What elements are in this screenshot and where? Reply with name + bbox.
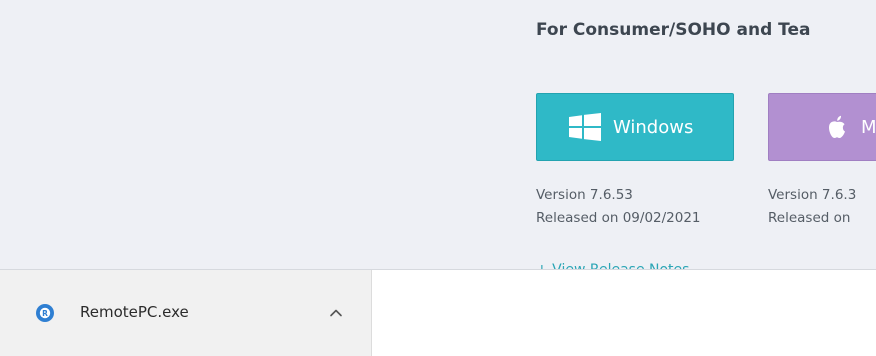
mac-button-label: M <box>861 116 876 138</box>
download-file-name: RemotePC.exe <box>80 303 189 321</box>
chevron-up-icon[interactable] <box>327 304 345 322</box>
windows-logo-icon <box>569 113 601 141</box>
windows-button-label: Windows <box>613 116 694 138</box>
windows-release-date: Released on 09/02/2021 <box>536 210 701 226</box>
windows-version: Version 7.6.53 <box>536 187 633 203</box>
mac-release-date: Released on <box>768 210 851 226</box>
apple-logo-icon <box>829 115 845 138</box>
download-item[interactable]: R RemotePC.exe <box>0 270 372 356</box>
download-section: For Consumer/SOHO and Tea Windows M Vers… <box>0 0 876 270</box>
mac-version: Version 7.6.3 <box>768 187 857 203</box>
browser-download-bar: R RemotePC.exe <box>0 270 876 356</box>
section-heading: For Consumer/SOHO and Tea <box>536 20 811 40</box>
page: For Consumer/SOHO and Tea Windows M Vers… <box>0 0 876 356</box>
windows-download-button[interactable]: Windows <box>536 93 734 161</box>
mac-download-button[interactable]: M <box>768 93 876 161</box>
remotepc-app-icon: R <box>36 304 54 322</box>
svg-text:R: R <box>42 309 48 318</box>
